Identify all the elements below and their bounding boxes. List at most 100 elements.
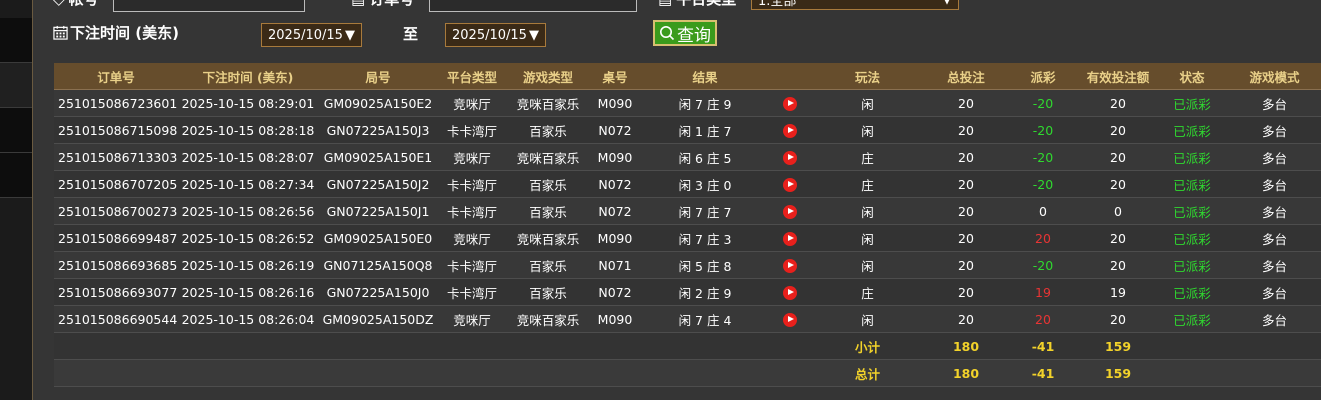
total-bet-cell: 20 [925,251,1007,279]
table-header-row: 订单号 下注时间 (美东) 局号 平台类型 游戏类型 桌号 结果 玩法 总投注 派彩 有效投注额 状态… [54,63,1321,90]
order-number-cell: 251015086699487 [54,224,178,252]
game-type-cell: 百家乐 [506,251,590,279]
table-row: 251015086713303 2025-10-15 08:28:07 GM0902… [54,143,1321,171]
play-video-icon[interactable] [783,231,797,246]
empty-cell [640,359,770,387]
empty-cell [438,359,506,387]
total-bet-cell: 20 [925,143,1007,171]
left-sidebar [0,0,32,400]
game-mode-cell: 多台 [1227,116,1321,144]
date-label: 下注时间 (美东) [53,22,179,43]
result-cell: 闲 7 庄 3 [640,224,770,252]
play-video-icon[interactable] [783,258,797,273]
sidebar-item[interactable] [0,18,32,63]
replay-cell[interactable] [770,278,810,306]
status-cell: 已派彩 [1157,305,1227,333]
payout-cell: 19 [1007,278,1079,306]
replay-cell[interactable] [770,251,810,279]
platform-cell: 竞咪厅 [438,89,506,117]
result-cell: 闲 5 庄 8 [640,251,770,279]
calendar-icon [53,25,68,40]
replay-cell[interactable] [770,305,810,333]
game-type-cell: 竞咪百家乐 [506,305,590,333]
replay-cell[interactable] [770,116,810,144]
status-cell: 已派彩 [1157,251,1227,279]
platform-cell: 卡卡湾厅 [438,116,506,144]
column-header: 游戏类型 [506,63,590,90]
bet-record-table: 订单号 下注时间 (美东) 局号 平台类型 游戏类型 桌号 结果 玩法 总投注 派彩 有效投注额 状态… [54,63,1321,387]
account-input[interactable] [113,0,305,12]
valid-bet-cell: 20 [1079,305,1157,333]
total-bet: 180 [925,359,1007,387]
query-button[interactable]: 查询 [653,20,717,46]
platform-cell: 竞咪厅 [438,143,506,171]
order-input[interactable] [429,0,637,12]
sidebar-item[interactable] [0,0,32,18]
table-row: 251015086693077 2025-10-15 08:26:16 GN0722… [54,278,1321,306]
column-header [770,63,810,90]
empty-cell [1157,332,1227,360]
subtotal-label: 小计 [810,332,925,360]
status-cell: 已派彩 [1157,143,1227,171]
column-header: 结果 [640,63,770,90]
date-from-select[interactable]: 2025/10/15 ▼ [261,23,362,47]
result-cell: 闲 6 庄 5 [640,143,770,171]
payout-cell: -20 [1007,116,1079,144]
round-cell: GM09025A150E1 [318,143,438,171]
valid-bet-cell: 20 [1079,143,1157,171]
game-mode-cell: 多台 [1227,305,1321,333]
caret-down-icon: ▼ [528,27,539,43]
result-cell: 闲 7 庄 4 [640,305,770,333]
play-video-icon[interactable] [783,204,797,219]
status-cell: 已派彩 [1157,89,1227,117]
column-header: 订单号 [54,63,178,90]
empty-cell [1227,332,1321,360]
platform-select[interactable]: 1.全部 ▼ [751,0,959,10]
play-video-icon[interactable] [783,150,797,165]
order-number-cell: 251015086713303 [54,143,178,171]
replay-cell[interactable] [770,224,810,252]
platform-cell: 卡卡湾厅 [438,197,506,225]
replay-cell[interactable] [770,143,810,171]
document-icon: ▤ [658,0,672,8]
replay-cell[interactable] [770,170,810,198]
sidebar-item[interactable] [0,63,32,108]
payout-cell: -20 [1007,251,1079,279]
play-video-icon[interactable] [783,312,797,327]
game-mode-cell: 多台 [1227,251,1321,279]
game-mode-cell: 多台 [1227,224,1321,252]
order-number-cell: 251015086693077 [54,278,178,306]
bet-time-cell: 2025-10-15 08:28:18 [178,116,318,144]
result-cell: 闲 7 庄 7 [640,197,770,225]
order-number-cell: 251015086693685 [54,251,178,279]
valid-bet-cell: 19 [1079,278,1157,306]
platform-cell: 卡卡湾厅 [438,251,506,279]
bet-option-cell: 庄 [810,170,925,198]
play-video-icon[interactable] [783,123,797,138]
result-cell: 闲 7 庄 9 [640,89,770,117]
date-to-select[interactable]: 2025/10/15 ▼ [445,23,546,47]
empty-cell [178,332,318,360]
play-video-icon[interactable] [783,96,797,111]
payout-cell: -20 [1007,143,1079,171]
bet-option-cell: 闲 [810,224,925,252]
bet-option-cell: 闲 [810,251,925,279]
platform-cell: 卡卡湾厅 [438,278,506,306]
play-video-icon[interactable] [783,177,797,192]
bet-time-cell: 2025-10-15 08:26:56 [178,197,318,225]
empty-cell [590,359,640,387]
replay-cell[interactable] [770,89,810,117]
replay-cell[interactable] [770,197,810,225]
game-type-cell: 百家乐 [506,278,590,306]
empty-cell [54,332,178,360]
play-video-icon[interactable] [783,285,797,300]
total-valid: 159 [1079,359,1157,387]
sidebar-item[interactable] [0,108,32,153]
sidebar-item[interactable] [0,153,32,198]
table-row: 251015086693685 2025-10-15 08:26:19 GN0712… [54,251,1321,279]
game-type-cell: 竞咪百家乐 [506,224,590,252]
payout-cell: -20 [1007,89,1079,117]
empty-cell [770,359,810,387]
empty-cell [590,332,640,360]
game-type-cell: 竞咪百家乐 [506,89,590,117]
